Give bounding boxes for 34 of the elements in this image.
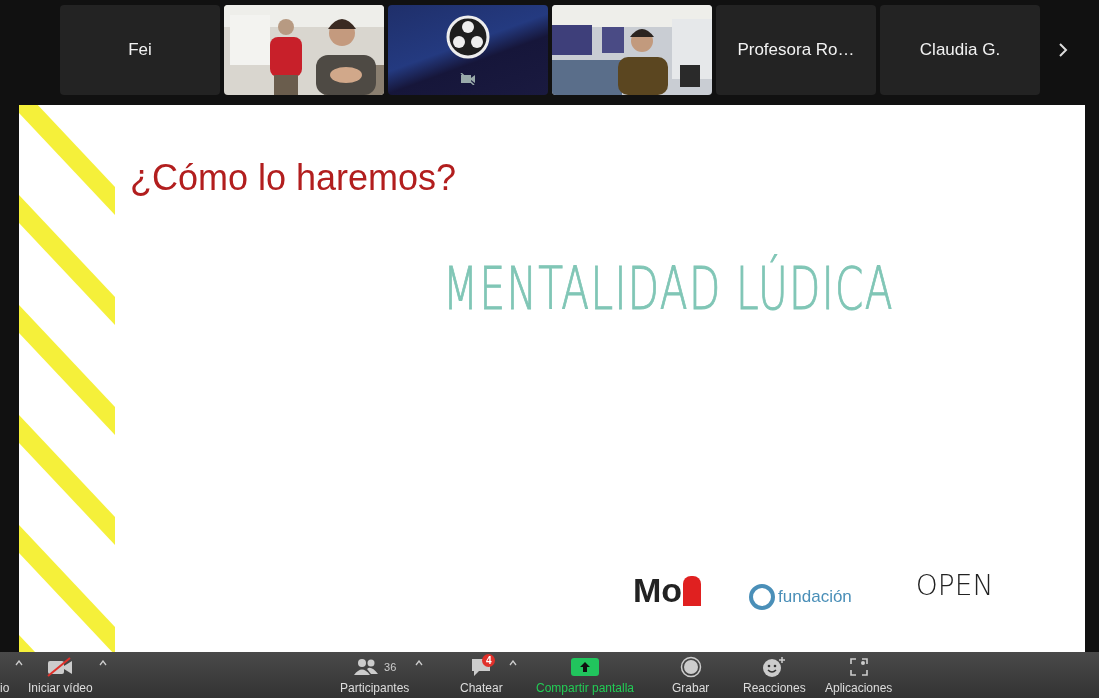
toolbar-button[interactable]: Aplicaciones xyxy=(825,653,893,695)
participant-tile[interactable]: Claudia G. xyxy=(880,5,1040,95)
participant-name: Claudia G. xyxy=(919,40,1001,60)
toolbar-button[interactable]: io xyxy=(0,653,10,695)
record-icon xyxy=(679,656,702,678)
participant-tile[interactable]: Fei xyxy=(60,5,220,95)
unread-badge: 4 xyxy=(482,654,496,667)
toolbar-button[interactable]: Iniciar vídeo xyxy=(28,653,93,695)
toolbar-button[interactable]: 4 Chatear xyxy=(460,653,503,695)
caret-icon[interactable] xyxy=(508,660,517,666)
slide-title: ¿Cómo lo haremos? xyxy=(130,157,458,199)
smiley-icon xyxy=(762,656,787,678)
participant-name: Profesora Ro… xyxy=(737,40,855,60)
participant-count: 36 xyxy=(384,661,397,673)
apps-icon xyxy=(848,657,869,677)
participant-name: Fei xyxy=(128,40,152,60)
logo: Mo xyxy=(633,571,702,610)
participant-tile[interactable]: Profesora Ro… xyxy=(716,5,876,95)
toolbar-button[interactable]: 36 Participantes xyxy=(340,653,410,695)
participant-tile[interactable] xyxy=(388,5,548,95)
aperture-logo-icon xyxy=(446,15,490,59)
video-off-icon xyxy=(46,657,75,677)
slide-headline: MENTALIDAD LÚDICA xyxy=(443,255,895,323)
toolbar-button[interactable]: Compartir pantalla xyxy=(536,653,635,695)
logo: OPEN xyxy=(915,569,994,602)
toolbar-button[interactable]: Reacciones xyxy=(743,653,806,695)
video-off-icon xyxy=(460,73,476,85)
caret-icon[interactable] xyxy=(98,660,107,666)
toolbar-button[interactable]: Grabar xyxy=(672,653,710,695)
caret-icon[interactable] xyxy=(415,660,424,666)
caret-icon[interactable] xyxy=(15,660,24,666)
logo: fundación xyxy=(749,584,852,610)
share-screen-icon xyxy=(570,657,600,677)
people-icon xyxy=(353,658,380,676)
